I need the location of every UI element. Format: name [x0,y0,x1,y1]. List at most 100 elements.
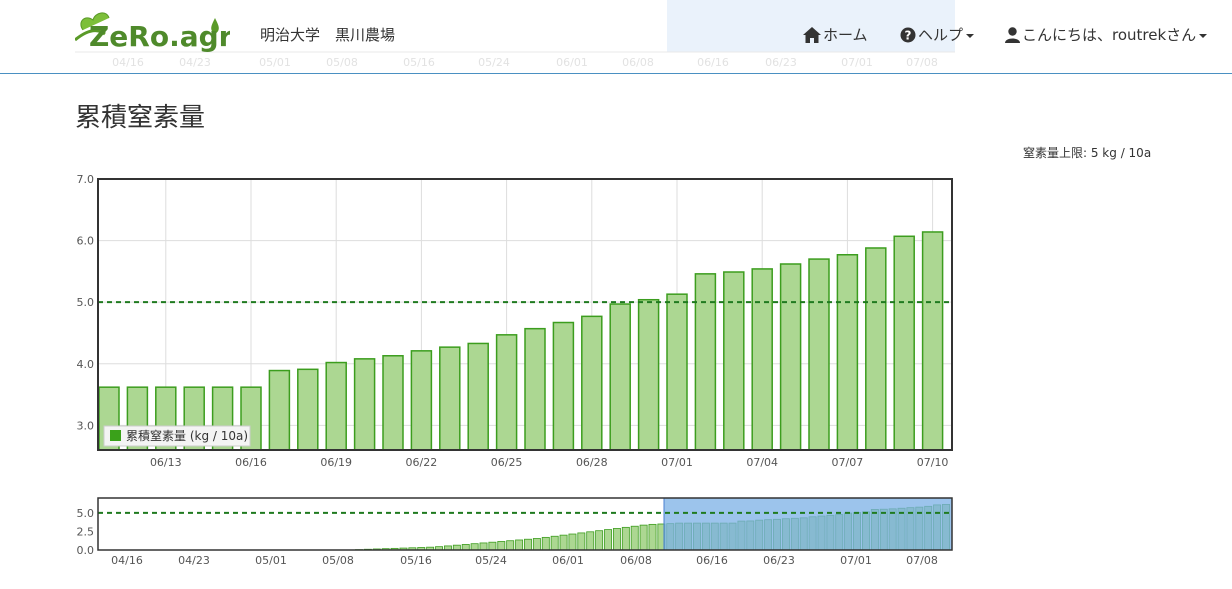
overview-bar [648,523,657,551]
navbar: 04/16 04/23 05/01 05/08 05/16 05/24 06/01 06/08… [0,0,1232,74]
overview-y-axis-labels: 0.0 2.5 5.0 [77,507,95,557]
x-tick-label: 07/10 [917,456,949,469]
overview-bar [559,534,568,551]
bar[interactable] [865,247,887,451]
bar[interactable] [552,321,575,451]
bar[interactable] [921,231,944,451]
x-tick-label: 06/28 [576,456,608,469]
farm-name: 明治大学 黒川農場 [260,26,396,44]
bar[interactable] [325,361,347,451]
ghost-tick-label: 06/08 [622,56,654,69]
overview-bar [568,533,577,551]
overview-bar [612,528,621,551]
overview-chart[interactable]: 0.0 2.5 5.0 04/16 04/23 05/01 05/08 05/16 05/24… [60,494,960,574]
ghost-tick-label: 07/08 [906,56,938,69]
overview-x-tick-label: 05/24 [475,554,507,567]
main-x-axis-labels: 06/13 06/16 06/19 06/22 06/25 06/28 07/01 07/04… [150,456,949,469]
overview-bar [506,540,515,551]
x-tick-label: 06/13 [150,456,182,469]
overview-x-tick-label: 07/01 [840,554,872,567]
bar[interactable] [439,346,461,451]
ghost-tick-label: 05/24 [478,56,510,69]
ghost-tick-label: 07/01 [841,56,873,69]
x-tick-label: 06/22 [406,456,438,469]
ghost-tick-label: 05/08 [326,56,358,69]
overview-x-tick-label: 06/16 [696,554,728,567]
y-tick-label: 4.0 [77,358,95,371]
bar[interactable] [893,235,915,451]
bar[interactable] [495,334,518,451]
logo[interactable]: ZeRo.agri [74,0,242,62]
bar[interactable] [609,303,631,451]
user-icon [1005,26,1020,43]
overview-y-tick-label: 0.0 [77,544,95,557]
bar[interactable] [694,273,717,451]
ghost-tick-label: 05/16 [403,56,435,69]
svg-text:?: ? [905,28,912,42]
bar[interactable] [524,327,546,451]
overview-bar [541,536,550,551]
overview-x-tick-label: 06/01 [552,554,584,567]
x-tick-label: 06/16 [235,456,267,469]
bar[interactable] [751,268,773,451]
nav-help-dropdown[interactable]: ? ヘルプ [900,24,975,45]
overview-x-tick-label: 05/16 [400,554,432,567]
ghost-tick-labels: 04/16 04/23 05/01 05/08 05/16 05/24 06/01 06/08… [112,56,938,69]
bar[interactable] [723,271,745,451]
overview-bar [497,541,506,551]
bar[interactable] [410,350,433,451]
overview-bar [586,531,595,551]
overview-bar [461,544,470,551]
overview-y-tick-label: 2.5 [77,525,95,538]
overview-bar [577,532,586,551]
main-y-axis-labels: 3.0 4.0 5.0 6.0 7.0 [77,173,95,432]
bar[interactable] [268,369,291,451]
main-chart[interactable]: 3.0 4.0 5.0 6.0 7.0 06/13 06/16 06/19 06/22 06/2… [60,172,960,472]
y-tick-label: 6.0 [77,235,95,248]
x-tick-label: 07/04 [746,456,778,469]
bar[interactable] [779,263,802,451]
bar[interactable] [808,258,830,451]
overview-bar [621,526,630,551]
bar[interactable] [467,342,489,451]
logo-text: ZeRo.agri [89,20,230,53]
chevron-down-icon [966,34,975,38]
overview-x-axis-labels: 04/16 04/23 05/01 05/08 05/16 05/24 06/01 06/08… [111,554,938,567]
bar[interactable] [666,293,688,451]
overview-x-tick-label: 04/23 [178,554,210,567]
overview-x-tick-label: 05/08 [322,554,354,567]
nav-home-label: ホーム [823,26,868,44]
overview-x-tick-label: 06/08 [620,554,652,567]
question-circle-icon: ? [900,27,916,42]
overview-x-tick-label: 06/23 [763,554,795,567]
bar[interactable] [297,368,319,451]
y-tick-label: 3.0 [77,419,95,432]
overview-bar [630,525,639,551]
bar[interactable] [836,254,859,451]
overview-bar [488,541,497,551]
overview-x-tick-label: 05/01 [255,554,287,567]
ghost-tick-label: 05/01 [259,56,291,69]
logo-mark: ZeRo.agri [74,12,242,53]
chevron-down-icon [1199,34,1208,38]
bar[interactable] [637,298,660,451]
ghost-tick-label: 06/23 [765,56,797,69]
nav-home-link[interactable]: ホーム [803,24,868,45]
x-tick-label: 06/19 [320,456,352,469]
overview-bar [532,538,541,551]
overview-x-tick-label: 07/08 [906,554,938,567]
overview-selection-handle[interactable] [663,497,953,551]
ghost-tick-label: 06/16 [697,56,729,69]
bar[interactable] [353,358,376,451]
legend-swatch [110,430,121,441]
bar[interactable] [382,355,404,451]
bar[interactable] [581,315,603,451]
nav-user-dropdown[interactable]: こんにちは、routrekさん [1005,24,1208,45]
nitrogen-limit-label: 窒素量上限: 5 kg / 10a [1023,146,1152,160]
overview-bar [479,542,488,551]
overview-bar [550,535,559,551]
overview-bar [470,543,479,551]
overview-bar [524,538,532,551]
legend-label: 累積窒素量 (kg / 10a) [126,428,248,443]
x-tick-label: 06/25 [491,456,523,469]
